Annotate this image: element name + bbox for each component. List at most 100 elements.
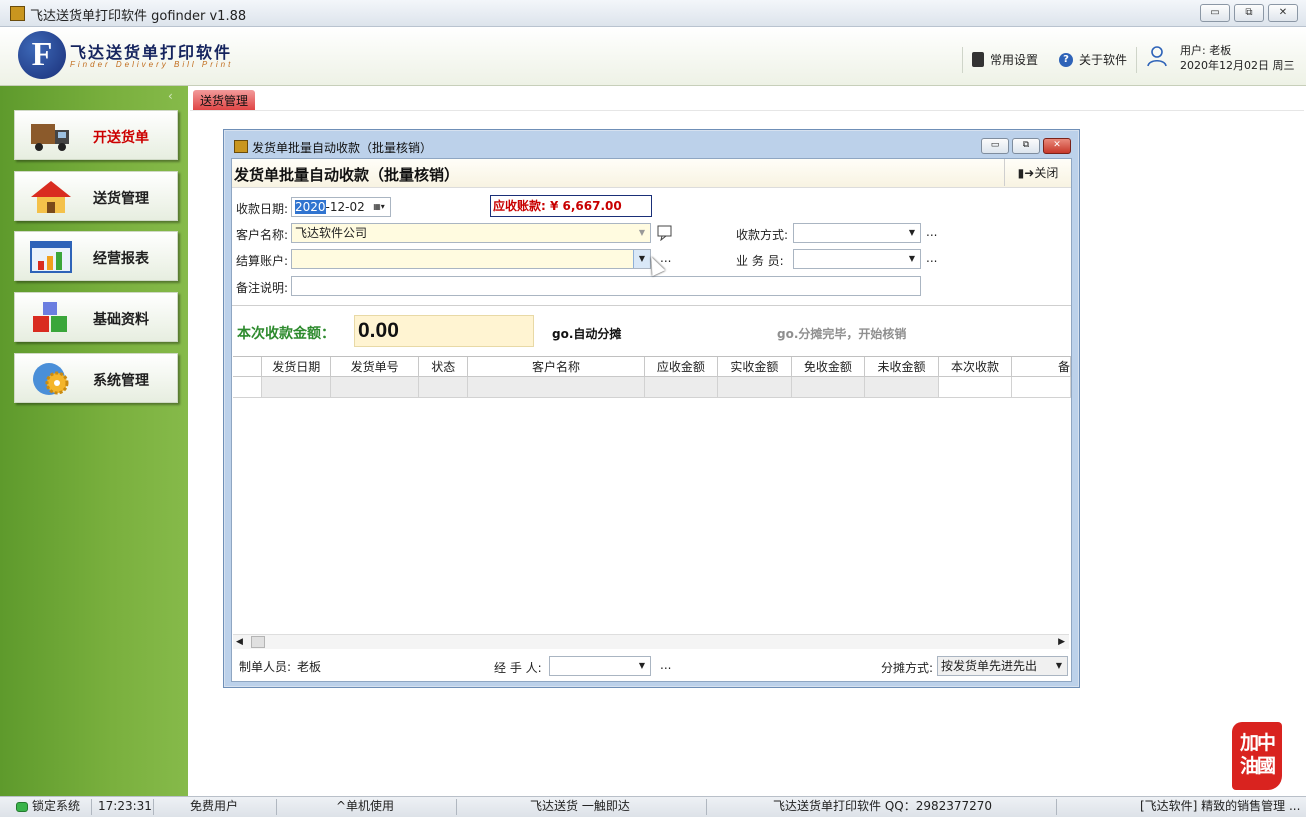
handler-more[interactable]: ...	[660, 658, 671, 672]
scroll-thumb[interactable]	[251, 636, 265, 648]
dialog-title: 发货单批量自动收款（批量核销）	[252, 141, 433, 155]
cubes-icon	[33, 302, 67, 332]
allocation-method-select[interactable]: 按发货单先进先出 ▼	[937, 656, 1068, 676]
remark-input[interactable]	[291, 276, 921, 296]
allocate-done-link[interactable]: go.分摊完毕，开始核销	[777, 325, 906, 342]
chevron-down-icon: ▼	[908, 228, 916, 237]
chevron-down-icon: ▼	[638, 228, 646, 237]
chevron-down-icon: ▼	[638, 661, 646, 670]
lock-status-icon	[16, 801, 28, 812]
app-header: F 飞达送货单打印软件 Finder Delivery Bill Print 常…	[0, 27, 1306, 86]
chevron-down-icon: ▼	[1055, 661, 1063, 670]
column-header[interactable]: 应收金额	[644, 357, 719, 377]
stamp-logo: 加中油國	[1232, 722, 1282, 790]
close-button[interactable]: ▮➜关闭	[1004, 159, 1071, 186]
creator-label: 制单人员:	[239, 660, 292, 674]
column-header[interactable]: 本次收款	[938, 357, 1013, 377]
sidebar-item-new-delivery[interactable]: 开送货单	[14, 110, 178, 160]
batch-payment-dialog: 发货单批量自动收款（批量核销） ▭ ⧉ ✕ 发货单批量自动收款（批量核销） ▮➜…	[223, 129, 1080, 688]
date-field[interactable]: 2020-12-02 ▦▾	[291, 197, 391, 217]
user-info: 用户: 老板 2020年12月02日 周三	[1180, 43, 1295, 73]
remark-label: 备注说明:	[236, 281, 289, 295]
allocation-method-label: 分摊方式:	[881, 661, 934, 675]
chart-icon	[30, 241, 72, 273]
horizontal-scrollbar[interactable]: ◀ ▶	[233, 634, 1069, 649]
dialog-close-x-button[interactable]: ✕	[1043, 138, 1071, 154]
scroll-left-icon[interactable]: ◀	[236, 635, 243, 649]
status-slogan: 飞达送货 一触即达	[530, 799, 630, 813]
logo-icon: F	[18, 31, 66, 79]
collect-amount-label: 本次收款金额：	[237, 326, 335, 342]
handler-label: 经 手 人:	[494, 661, 542, 675]
dialog-minimize-button[interactable]: ▭	[981, 138, 1009, 154]
column-header[interactable]: 客户名称	[468, 357, 645, 377]
column-header[interactable]: 发货日期	[262, 357, 332, 377]
user-label: 用户: 老板	[1180, 44, 1232, 57]
account-select[interactable]: ▼	[291, 249, 651, 269]
scroll-right-icon[interactable]: ▶	[1058, 635, 1065, 649]
column-header[interactable]: 未收金额	[865, 357, 939, 377]
payment-method-label: 收款方式:	[736, 228, 789, 242]
sidebar-item-label: 基础资料	[93, 312, 149, 328]
dialog-heading: 发货单批量自动收款（批量核销）	[234, 166, 460, 184]
dialog-titlebar: 发货单批量自动收款（批量核销） ▭ ⧉ ✕	[224, 130, 1079, 157]
dialog-maximize-button[interactable]: ⧉	[1012, 138, 1040, 154]
handler-select[interactable]: ▼	[549, 656, 651, 676]
date-label: 2020年12月02日 周三	[1180, 59, 1295, 72]
sidebar-item-reports[interactable]: 经营报表	[14, 231, 178, 281]
date-label: 收款日期:	[236, 202, 289, 216]
account-label: 结算账户:	[236, 254, 289, 268]
status-bar: 锁定系统 17:23:31 免费用户 ^单机使用 飞达送货 一触即达 飞达送货单…	[0, 796, 1306, 817]
calendar-icon[interactable]: ▦▾	[368, 198, 390, 216]
column-header	[233, 357, 263, 377]
receivables-table: 发货日期 发货单号 状态 客户名称 应收金额 实收金额 免收金额 未收金额 本次…	[233, 356, 1071, 637]
table-header: 发货日期 发货单号 状态 客户名称 应收金额 实收金额 免收金额 未收金额 本次…	[233, 357, 1071, 377]
sidebar-item-delivery-management[interactable]: 送货管理	[14, 171, 178, 221]
column-header[interactable]: 发货单号	[331, 357, 420, 377]
house-icon	[31, 181, 71, 213]
about-link[interactable]: ? 关于软件	[1059, 51, 1127, 68]
sidebar-item-label: 送货管理	[93, 191, 149, 207]
salesman-more[interactable]: ...	[926, 251, 937, 265]
table-row[interactable]	[233, 377, 1071, 398]
lock-system-button[interactable]: 锁定系统	[16, 797, 80, 816]
sidebar-item-basic-data[interactable]: 基础资料	[14, 292, 178, 342]
help-icon: ?	[1059, 52, 1073, 67]
app-icon	[10, 6, 25, 21]
payment-method-more[interactable]: ...	[926, 225, 937, 239]
sidebar-item-label: 经营报表	[93, 251, 149, 267]
customer-select[interactable]: 飞达软件公司 ▼	[291, 223, 651, 243]
column-header[interactable]: 状态	[419, 357, 469, 377]
collapse-sidebar-icon[interactable]: ‹	[168, 89, 173, 103]
salesman-label: 业 务 员:	[736, 254, 784, 268]
window-titlebar: 飞达送货单打印软件 gofinder v1.88 ▭ ⧉ ✕	[0, 0, 1306, 27]
dialog-body: 发货单批量自动收款（批量核销） ▮➜关闭 收款日期: 2020-12-02 ▦▾…	[231, 158, 1072, 682]
minimize-button[interactable]: ▭	[1200, 4, 1230, 22]
status-license: 免费用户	[190, 799, 239, 813]
settings-label: 常用设置	[990, 53, 1039, 67]
column-header[interactable]: 实收金额	[718, 357, 792, 377]
close-button[interactable]: ✕	[1268, 4, 1298, 22]
receivable-amount: 应收账款: ¥ 6,667.00	[490, 195, 652, 217]
settings-link[interactable]: 常用设置	[972, 51, 1038, 68]
status-qq: 飞达送货单打印软件 QQ：2982377270	[773, 799, 993, 813]
app-subtitle: Finder Delivery Bill Print	[70, 60, 234, 69]
sidebar: ‹ 开送货单 送货管理 经营报表 基础资料 系统管理	[0, 86, 188, 796]
sidebar-item-label: 开送货单	[93, 130, 149, 146]
column-header[interactable]: 备	[1012, 357, 1071, 377]
customer-label: 客户名称:	[236, 228, 289, 242]
window-title: 飞达送货单打印软件 gofinder v1.88	[30, 9, 247, 24]
sidebar-item-system[interactable]: 系统管理	[14, 353, 178, 403]
settings-icon	[972, 52, 984, 67]
tab-delivery-management[interactable]: 送货管理	[193, 90, 256, 110]
chevron-down-icon: ▼	[908, 254, 916, 263]
auto-allocate-link[interactable]: go.自动分摊	[552, 325, 621, 342]
customer-lookup-icon[interactable]	[657, 225, 675, 241]
maximize-button[interactable]: ⧉	[1234, 4, 1264, 22]
creator-value: 老板	[297, 660, 322, 674]
payment-method-select[interactable]: ▼	[793, 223, 921, 243]
gear-icon	[33, 363, 69, 395]
salesman-select[interactable]: ▼	[793, 249, 921, 269]
column-header[interactable]: 免收金额	[791, 357, 866, 377]
collect-amount-input[interactable]: 0.00	[354, 315, 534, 347]
